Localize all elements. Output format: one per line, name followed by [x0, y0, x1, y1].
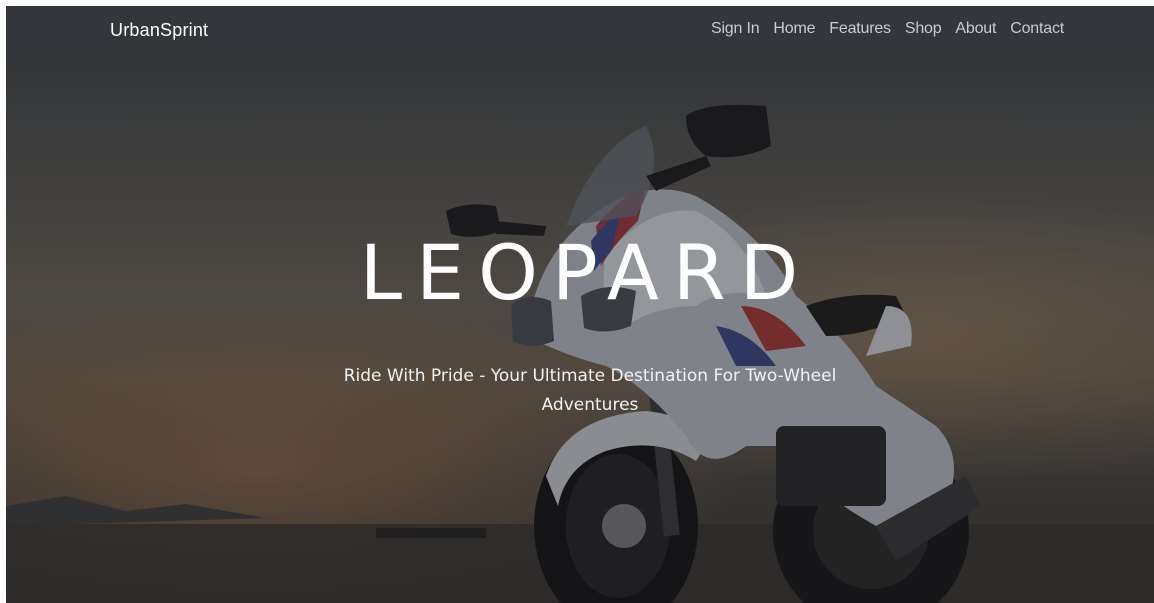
nav-link-features[interactable]: Features — [829, 20, 891, 38]
nav-link-home[interactable]: Home — [773, 20, 815, 38]
nav-link-about[interactable]: About — [955, 20, 996, 38]
nav-link-shop[interactable]: Shop — [905, 20, 942, 38]
nav-link-contact[interactable]: Contact — [1010, 20, 1064, 38]
brand-logo[interactable]: UrbanSprint — [110, 20, 208, 41]
page-frame: UrbanSprint Sign In Home Features Shop A… — [6, 6, 1154, 603]
navbar: UrbanSprint Sign In Home Features Shop A… — [6, 6, 1154, 58]
hero-title: LEOPARD — [359, 228, 813, 317]
nav-links: Sign In Home Features Shop About Contact — [711, 20, 1064, 38]
hero-subtitle: Ride With Pride - Your Ultimate Destinat… — [343, 366, 837, 415]
nav-link-sign-in[interactable]: Sign In — [711, 20, 760, 38]
